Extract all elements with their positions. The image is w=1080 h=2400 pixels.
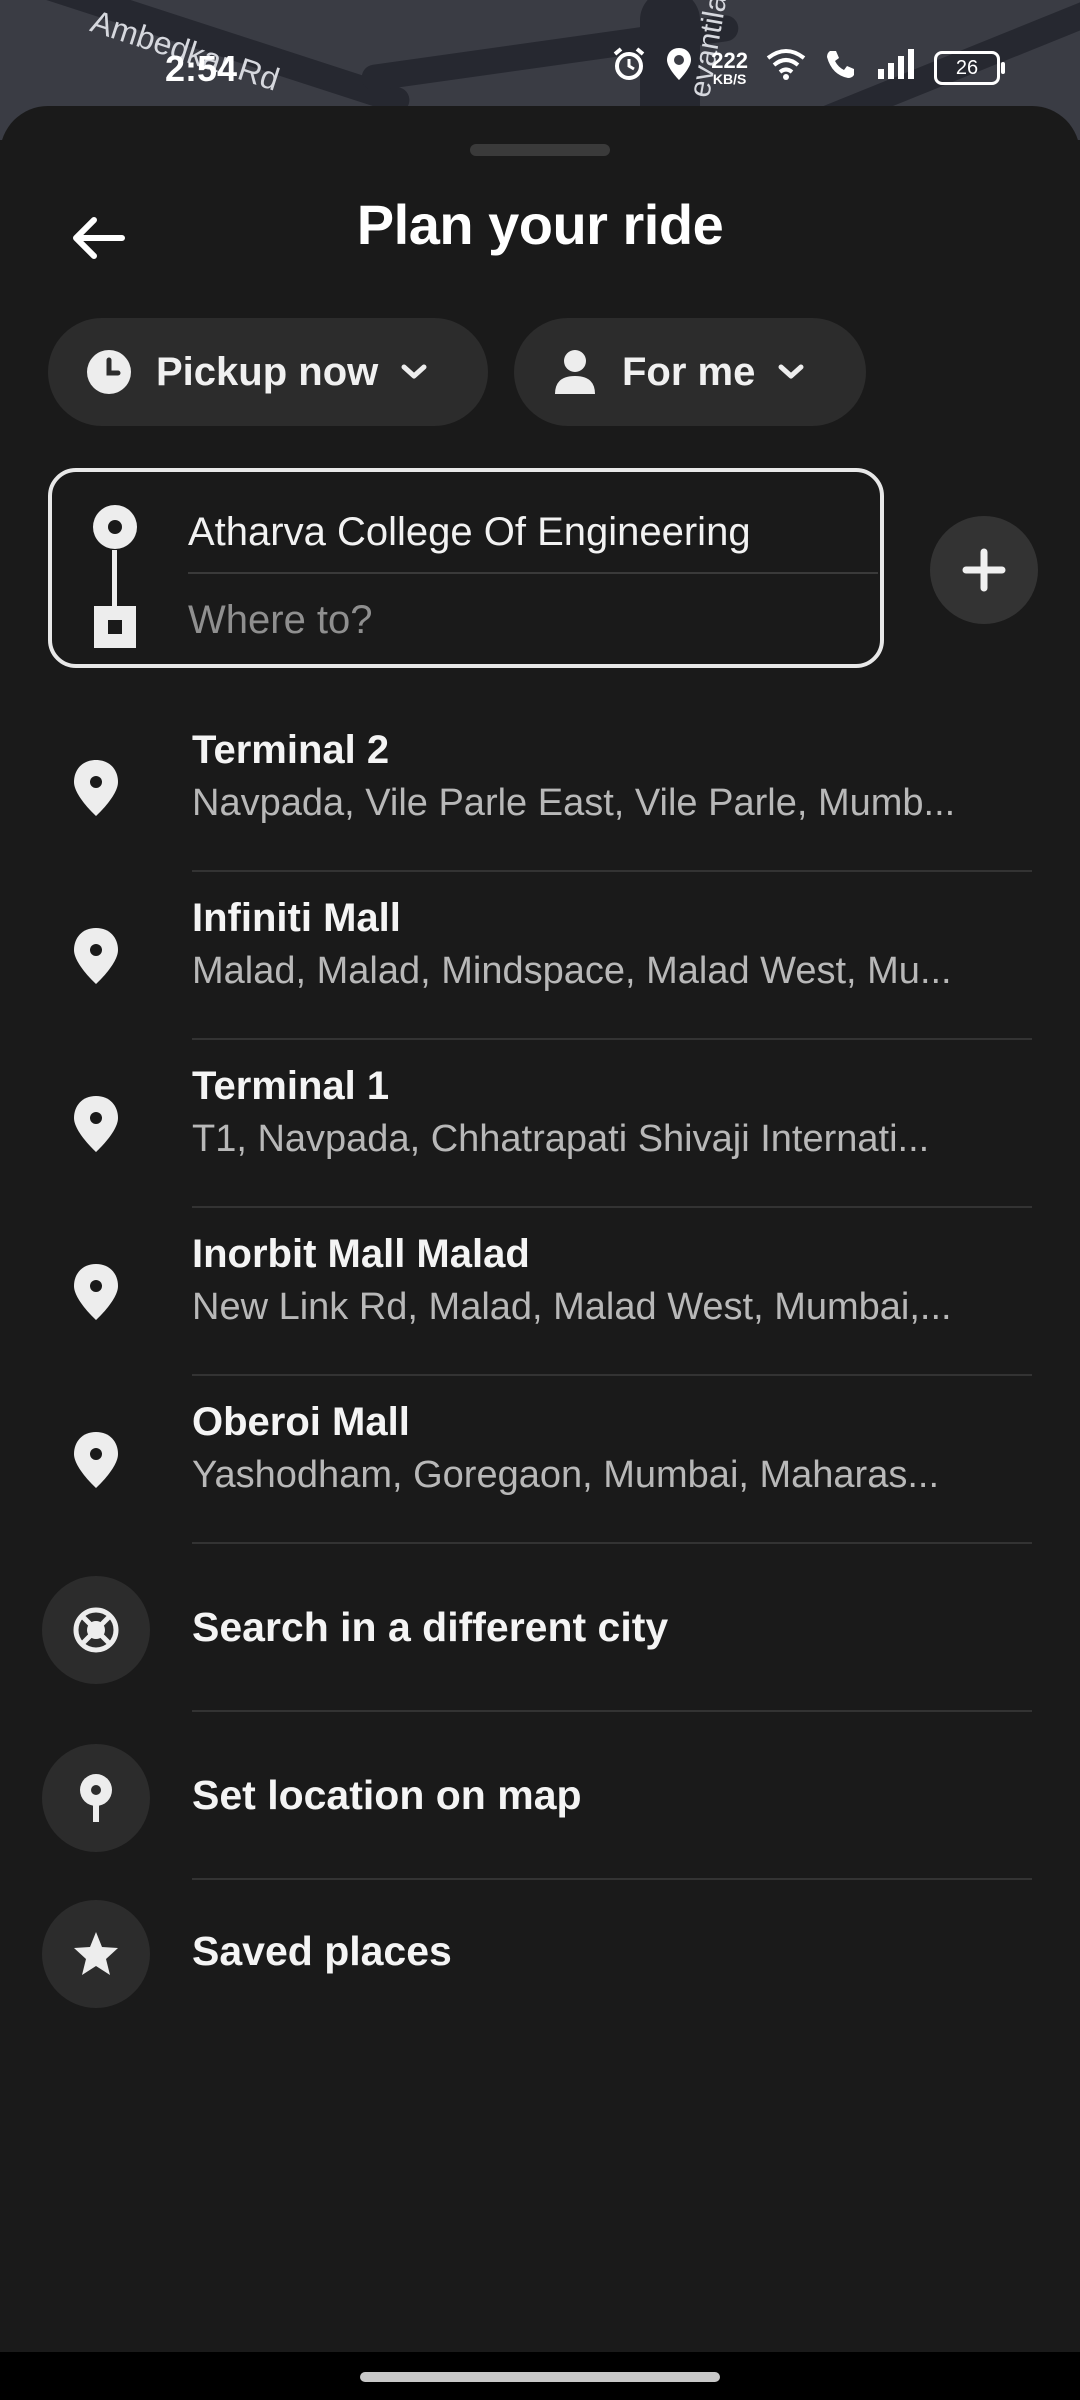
- route-input-box: Atharva College Of Engineering: [48, 468, 884, 668]
- list-item[interactable]: Oberoi Mall Yashodham, Goregaon, Mumbai,…: [0, 1376, 1080, 1544]
- route-connector: [112, 550, 117, 606]
- drag-handle[interactable]: [470, 144, 610, 156]
- list-item[interactable]: Terminal 2 Navpada, Vile Parle East, Vil…: [0, 704, 1080, 872]
- location-pin-icon: [74, 1264, 118, 1320]
- action-label: Saved places: [192, 1928, 452, 1974]
- page-title: Plan your ride: [356, 193, 724, 256]
- network-speed-value: 222: [711, 48, 748, 73]
- place-address: Yashodham, Goregaon, Mumbai, Maharas...: [192, 1454, 940, 1496]
- battery-icon: 26: [934, 51, 1005, 85]
- rider-chip[interactable]: For me: [514, 318, 866, 426]
- place-name: Terminal 1: [192, 1064, 390, 1108]
- action-label: Set location on map: [192, 1772, 582, 1818]
- location-pin-icon: [74, 1432, 118, 1488]
- plus-icon: [962, 548, 1006, 592]
- add-stop-button[interactable]: [930, 516, 1038, 624]
- status-time: 2:54: [165, 48, 238, 89]
- network-speed: 222 KB/S: [711, 48, 748, 87]
- pickup-field[interactable]: Atharva College Of Engineering: [188, 502, 828, 562]
- place-name: Terminal 2: [192, 728, 390, 772]
- destination-square-icon: [94, 606, 136, 648]
- list-item[interactable]: Terminal 1 T1, Navpada, Chhatrapati Shiv…: [0, 1040, 1080, 1208]
- pickup-dot-icon: [93, 505, 137, 549]
- place-address: T1, Navpada, Chhatrapati Shivaji Interna…: [192, 1118, 930, 1160]
- pickup-time-label: Pickup now: [156, 349, 379, 394]
- person-icon: [550, 347, 600, 397]
- place-name: Inorbit Mall Malad: [192, 1232, 530, 1276]
- pickup-time-chip[interactable]: Pickup now: [48, 318, 488, 426]
- star-icon: [74, 1932, 118, 1975]
- network-speed-unit: KB/S: [712, 71, 747, 87]
- system-nav-bar: [0, 2352, 1080, 2400]
- place-name: Infiniti Mall: [192, 896, 401, 940]
- map-pin-icon: [80, 1774, 112, 1822]
- alarm-icon: [611, 46, 647, 91]
- place-address: Malad, Malad, Mindspace, Malad West, Mu.…: [192, 950, 952, 992]
- location-icon: [665, 46, 693, 91]
- list-item[interactable]: Inorbit Mall Malad New Link Rd, Malad, M…: [0, 1208, 1080, 1376]
- plan-ride-sheet: Plan your ride Pickup now For me Atharva…: [0, 106, 1080, 2400]
- location-pin-icon: [74, 928, 118, 984]
- action-label: Search in a different city: [192, 1604, 669, 1650]
- wifi-icon: [766, 48, 806, 89]
- signal-icon: [876, 48, 916, 88]
- search-different-city-button[interactable]: Search in a different city: [0, 1544, 1080, 1712]
- set-location-on-map-button[interactable]: Set location on map: [0, 1712, 1080, 1880]
- location-pin-icon: [74, 760, 118, 816]
- battery-level: 26: [955, 56, 979, 79]
- location-pin-icon: [74, 1096, 118, 1152]
- place-address: Navpada, Vile Parle East, Vile Parle, Mu…: [192, 782, 956, 824]
- rider-label: For me: [622, 349, 756, 394]
- divider: [188, 572, 878, 574]
- globe-off-icon: [73, 1607, 119, 1653]
- home-gesture-handle[interactable]: [360, 2372, 720, 2382]
- wifi-call-icon: [824, 47, 858, 90]
- saved-places-button[interactable]: Saved places: [0, 1868, 1080, 2036]
- chevron-down-icon: [778, 364, 804, 379]
- destination-input[interactable]: [188, 590, 828, 650]
- clock-icon: [84, 347, 134, 397]
- chevron-down-icon: [401, 364, 427, 379]
- list-item[interactable]: Infiniti Mall Malad, Malad, Mindspace, M…: [0, 872, 1080, 1040]
- place-address: New Link Rd, Malad, Malad West, Mumbai,.…: [192, 1286, 952, 1328]
- place-name: Oberoi Mall: [192, 1400, 410, 1444]
